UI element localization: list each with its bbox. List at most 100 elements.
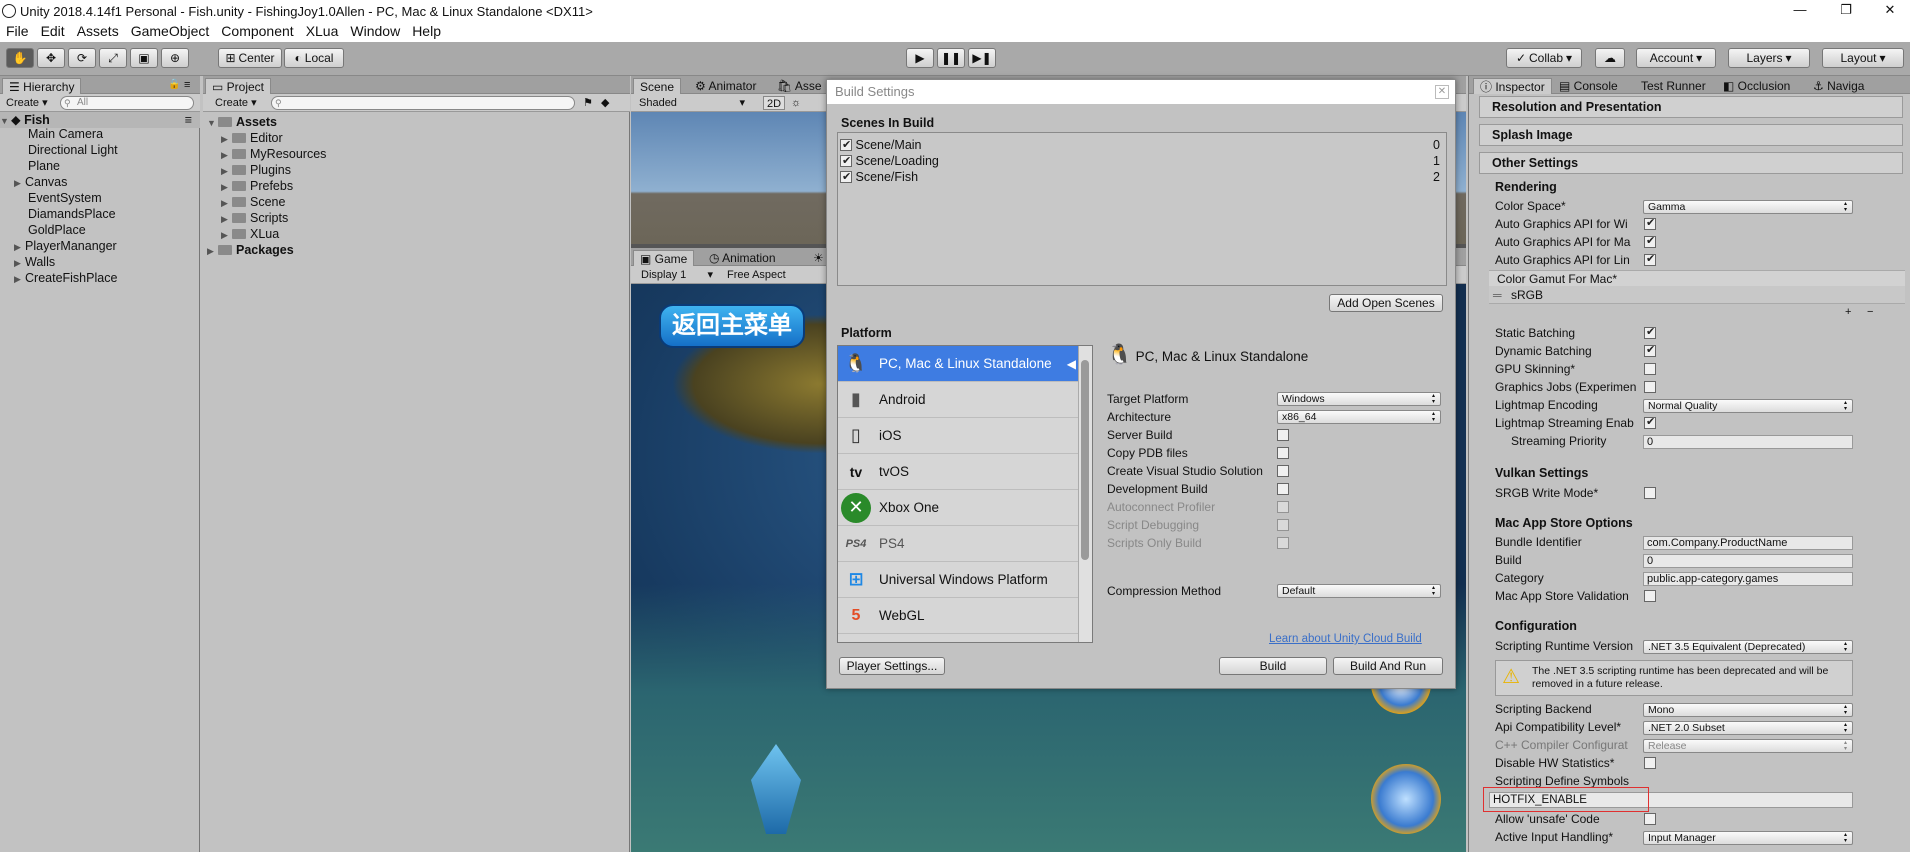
rect-tool-icon[interactable]: ▣ (130, 48, 158, 68)
transform-tool-icon[interactable]: ⊕ (161, 48, 189, 68)
platform-item-xbox[interactable]: ✕ Xbox One (838, 490, 1078, 526)
expand-arrow-icon[interactable]: ▶ (207, 243, 218, 259)
project-folder[interactable]: ▶ Plugins (221, 162, 291, 178)
auto-api-mac-checkbox[interactable] (1644, 234, 1656, 248)
lighting-toggle-icon[interactable]: ☼ (791, 96, 801, 110)
tab-scene[interactable]: Scene (633, 78, 682, 94)
tab-inspector[interactable]: ⓘ Inspector (1473, 78, 1552, 94)
section-other-settings[interactable]: Other Settings (1479, 152, 1903, 174)
hierarchy-item[interactable]: Plane (28, 158, 60, 174)
platform-item-tvos[interactable]: tv tvOS (838, 454, 1078, 490)
color-space-dropdown[interactable]: Gamma (1643, 200, 1853, 214)
tab-test-runner[interactable]: Test Runner (1635, 78, 1712, 94)
build-and-run-button[interactable]: Build And Run (1333, 657, 1443, 675)
target-platform-dropdown[interactable]: Windows (1277, 392, 1441, 406)
tab-animation[interactable]: ◷ Animation (703, 250, 782, 266)
platform-item-webgl[interactable]: 5 WebGL (838, 598, 1078, 634)
menu-xlua[interactable]: XLua (300, 22, 345, 42)
menu-component[interactable]: Component (215, 22, 299, 42)
account-dropdown[interactable]: Account ▾ (1636, 48, 1716, 68)
hierarchy-item[interactable]: Main Camera (28, 126, 103, 142)
layout-dropdown[interactable]: Layout ▾ (1822, 48, 1904, 68)
lock-icon[interactable]: 🔒 (168, 78, 180, 92)
disable-hw-checkbox[interactable] (1644, 757, 1656, 769)
expand-arrow-icon[interactable]: ▶ (14, 175, 25, 191)
expand-arrow-icon[interactable]: ▶ (221, 163, 232, 179)
remove-icon[interactable]: − (1867, 306, 1873, 318)
tab-console[interactable]: ▤ Console (1553, 78, 1624, 94)
section-resolution[interactable]: Resolution and Presentation (1479, 96, 1903, 118)
api-level-dropdown[interactable]: .NET 2.0 Subset (1643, 721, 1853, 735)
scene-row[interactable]: Scene/Fish 2 (840, 169, 1444, 185)
development-build-checkbox[interactable] (1277, 483, 1289, 495)
lightmap-streaming-checkbox[interactable] (1644, 415, 1656, 429)
mac-validation-checkbox[interactable] (1644, 590, 1656, 602)
filter-label-icon[interactable]: ◆ (601, 96, 609, 110)
menu-file[interactable]: File (0, 22, 35, 42)
scene-checkbox[interactable] (840, 153, 852, 169)
hierarchy-item[interactable]: GoldPlace (28, 222, 86, 238)
expand-arrow-icon[interactable]: ▶ (221, 131, 232, 147)
expand-arrow-icon[interactable]: ▼ (0, 113, 11, 129)
platform-item-ps4[interactable]: PS4 PS4 (838, 526, 1078, 562)
tab-project[interactable]: ▭ Project (205, 78, 272, 94)
cloud-build-link[interactable]: Learn about Unity Cloud Build (1269, 633, 1422, 645)
project-search-input[interactable]: ⚲ (271, 96, 575, 110)
hierarchy-search-input[interactable]: ⚲ All (60, 96, 194, 110)
bundle-field[interactable]: com.Company.ProductName (1643, 536, 1853, 550)
assets-folder-row[interactable]: ▼ Assets (207, 114, 277, 130)
srgb-write-checkbox[interactable] (1644, 487, 1656, 499)
tab-asset-store[interactable]: 🛍 Asse (771, 78, 828, 94)
play-icon[interactable]: ▶ (906, 48, 934, 68)
dynamic-batching-checkbox[interactable] (1644, 343, 1656, 357)
backend-dropdown[interactable]: Mono (1643, 703, 1853, 717)
scrollbar-thumb[interactable] (1081, 360, 1089, 560)
close-icon[interactable]: ✕ (1870, 0, 1910, 20)
layers-dropdown[interactable]: Layers ▾ (1728, 48, 1810, 68)
hierarchy-item[interactable]: ▶ Canvas (14, 174, 67, 190)
expand-arrow-icon[interactable]: ▶ (14, 271, 25, 287)
toggle-2d-button[interactable]: 2D (763, 96, 786, 110)
scene-row[interactable]: Scene/Loading 1 (840, 153, 1444, 169)
rotate-tool-icon[interactable]: ⟳ (68, 48, 96, 68)
expand-arrow-icon[interactable]: ▶ (14, 255, 25, 271)
back-to-menu-button[interactable]: 返回主菜单 (659, 304, 805, 348)
lightmap-encoding-dropdown[interactable]: Normal Quality (1643, 399, 1853, 413)
platform-scrollbar[interactable] (1078, 346, 1092, 642)
project-folder[interactable]: ▶ Prefebs (221, 178, 293, 194)
graphics-jobs-checkbox[interactable] (1644, 381, 1656, 393)
section-splash[interactable]: Splash Image (1479, 124, 1903, 146)
scale-tool-icon[interactable]: ⤢ (99, 48, 127, 68)
expand-arrow-icon[interactable]: ▶ (221, 227, 232, 243)
project-folder[interactable]: ▶ Editor (221, 130, 283, 146)
copy-pdb-checkbox[interactable] (1277, 447, 1289, 459)
menu-edit[interactable]: Edit (35, 22, 71, 42)
platform-item-standalone[interactable]: 🐧 PC, Mac & Linux Standalone ◀ (838, 346, 1078, 382)
menu-help[interactable]: Help (406, 22, 447, 42)
auto-api-linux-checkbox[interactable] (1644, 252, 1656, 266)
platform-item-ios[interactable]: ▯ iOS (838, 418, 1078, 454)
minimize-icon[interactable]: — (1780, 0, 1820, 20)
panel-menu-icon[interactable]: ≡ (184, 78, 190, 92)
expand-arrow-icon[interactable]: ▶ (221, 147, 232, 163)
tab-hierarchy[interactable]: ☰ Hierarchy (2, 78, 82, 94)
expand-arrow-icon[interactable]: ▶ (221, 195, 232, 211)
project-folder[interactable]: ▶ MyResources (221, 146, 326, 162)
platform-item-android[interactable]: ▮ Android (838, 382, 1078, 418)
hierarchy-item[interactable]: ▶ PlayerMananger (14, 238, 117, 254)
expand-arrow-icon[interactable]: ▶ (221, 179, 232, 195)
collab-dropdown[interactable]: ✓ Collab ▾ (1506, 48, 1582, 68)
tab-occlusion[interactable]: ◧ Occlusion (1717, 78, 1796, 94)
hierarchy-item[interactable]: DiamandsPlace (28, 206, 116, 222)
pause-icon[interactable]: ❚❚ (937, 48, 965, 68)
project-folder[interactable]: ▶ XLua (221, 226, 279, 242)
add-open-scenes-button[interactable]: Add Open Scenes (1329, 294, 1443, 312)
runtime-dropdown[interactable]: .NET 3.5 Equivalent (Deprecated) (1643, 640, 1853, 654)
project-folder[interactable]: ▶ Scripts (221, 210, 288, 226)
category-field[interactable]: public.app-category.games (1643, 572, 1853, 586)
player-settings-button[interactable]: Player Settings... (839, 657, 945, 675)
build-number-field[interactable]: 0 (1643, 554, 1853, 568)
menu-gameobject[interactable]: GameObject (125, 22, 216, 42)
pivot-local-button[interactable]: ◐ Local (284, 48, 344, 68)
display-dropdown[interactable]: Display 1 ▾ (641, 268, 719, 282)
